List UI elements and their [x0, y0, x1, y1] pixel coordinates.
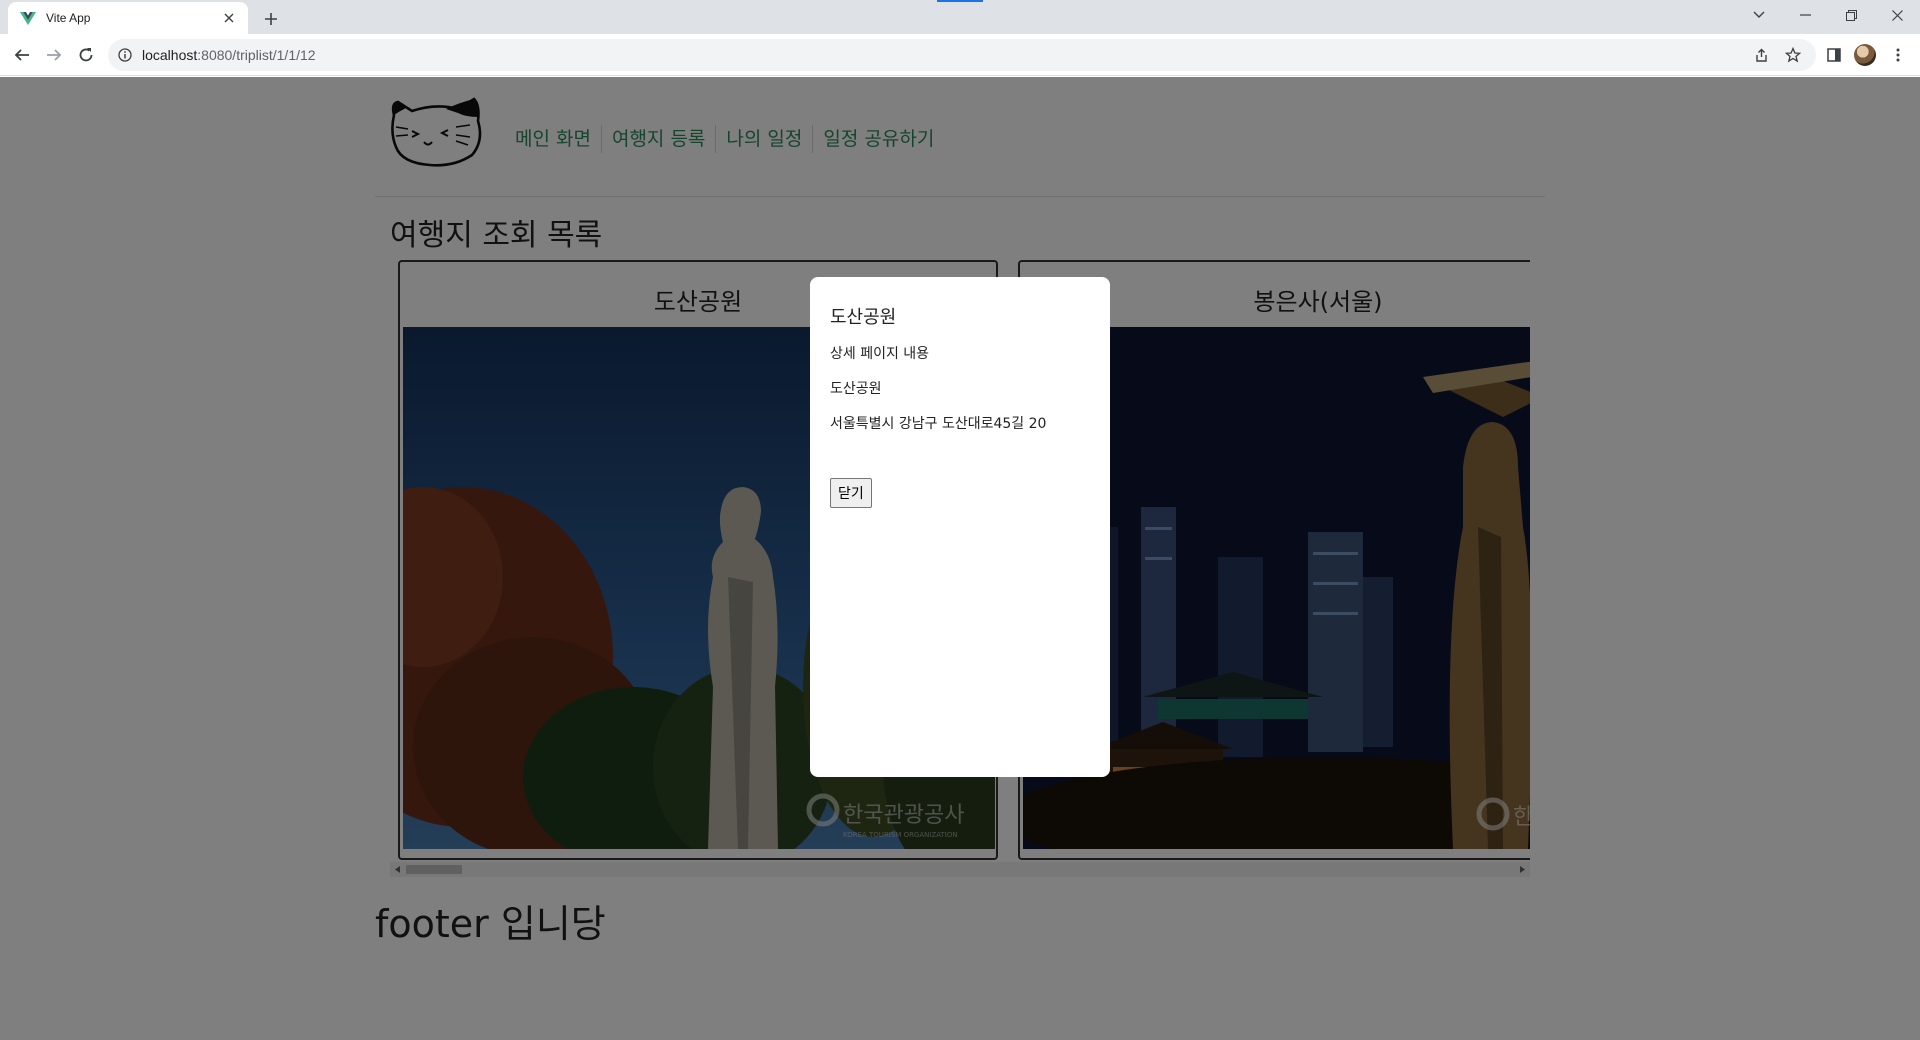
modal-place-name: 도산공원 — [830, 381, 882, 397]
modal-address: 서울특별시 강남구 도산대로45길 20 — [830, 416, 1047, 432]
vue-logo-icon — [20, 12, 36, 25]
back-arrow-icon[interactable] — [8, 41, 36, 69]
address-bar[interactable]: localhost:8080/triplist/1/1/12 — [108, 39, 1816, 71]
url-host: localhost — [142, 47, 198, 63]
reload-icon[interactable] — [72, 41, 100, 69]
share-icon[interactable] — [1747, 41, 1775, 69]
close-window-icon[interactable] — [1874, 0, 1920, 30]
close-button[interactable]: 닫기 — [830, 478, 872, 508]
tab-search-icon[interactable] — [1736, 0, 1782, 30]
avatar-image — [1854, 44, 1876, 66]
loading-indicator — [937, 0, 983, 2]
detail-modal: 도산공원 상세 페이지 내용 도산공원 서울특별시 강남구 도산대로45길 20… — [810, 277, 1110, 777]
page-viewport: 메인 화면 여행지 등록 나의 일정 일정 공유하기 여행지 조회 목록 도산공… — [0, 77, 1920, 1040]
restore-icon[interactable] — [1828, 0, 1874, 30]
browser-tab[interactable]: Vite App — [8, 2, 248, 34]
forward-arrow-icon[interactable] — [40, 41, 68, 69]
url-path: :8080/triplist/1/1/12 — [197, 47, 316, 63]
browser-tabstrip: Vite App — [0, 0, 1920, 34]
minimize-icon[interactable] — [1782, 0, 1828, 30]
modal-subtitle: 상세 페이지 내용 — [830, 346, 930, 362]
side-panel-icon[interactable] — [1820, 41, 1848, 69]
star-icon[interactable] — [1779, 41, 1807, 69]
browser-toolbar: localhost:8080/triplist/1/1/12 — [0, 34, 1920, 76]
tab-title: Vite App — [46, 11, 91, 25]
kebab-menu-icon[interactable] — [1884, 41, 1912, 69]
profile-avatar[interactable] — [1851, 41, 1879, 69]
info-icon[interactable] — [118, 48, 132, 62]
new-tab-icon[interactable] — [258, 6, 284, 32]
close-tab-icon[interactable] — [220, 9, 238, 27]
url-text: localhost:8080/triplist/1/1/12 — [142, 47, 316, 63]
modal-title: 도산공원 — [830, 307, 897, 328]
